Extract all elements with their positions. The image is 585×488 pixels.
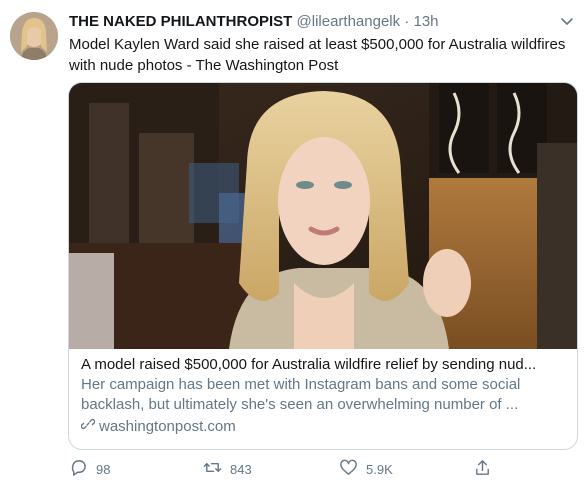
tweet[interactable]: THE NAKED PHILANTHROPIST @lilearthangelk… <box>0 0 585 488</box>
like-button[interactable]: 5.9K <box>339 458 393 480</box>
reply-count: 98 <box>96 461 111 477</box>
reply-button[interactable]: 98 <box>69 458 110 480</box>
like-icon <box>339 458 358 480</box>
share-button[interactable] <box>473 458 492 480</box>
card-image[interactable] <box>69 83 577 349</box>
card-domain-text: washingtonpost.com <box>99 418 236 435</box>
like-count: 5.9K <box>366 461 393 477</box>
author-handle[interactable]: @lilearthangelk <box>297 13 401 30</box>
retweet-count: 843 <box>230 461 252 477</box>
card-title[interactable]: A model raised $500,000 for Australia wi… <box>81 355 567 375</box>
tweet-time[interactable]: 13h <box>413 13 438 30</box>
link-card[interactable]: A model raised $500,000 for Australia wi… <box>68 82 578 450</box>
tweet-text: Model Kaylen Ward said she raised at lea… <box>69 36 566 74</box>
tweet-header: THE NAKED PHILANTHROPIST @lilearthangelk… <box>69 12 579 32</box>
separator: · <box>404 13 410 30</box>
retweet-icon <box>203 458 222 480</box>
author-name[interactable]: THE NAKED PHILANTHROPIST <box>69 13 292 30</box>
action-bar: 98 843 5.9K <box>69 458 569 482</box>
link-icon <box>80 417 96 437</box>
card-description: Her campaign has been met with Instagram… <box>81 376 521 413</box>
chevron-down-icon[interactable] <box>558 12 576 30</box>
share-icon <box>473 458 492 480</box>
card-text[interactable]: A model raised $500,000 for Australia wi… <box>80 355 567 437</box>
reply-icon <box>69 458 88 480</box>
avatar[interactable] <box>10 12 58 60</box>
card-domain[interactable]: washingtonpost.com <box>80 417 567 437</box>
retweet-button[interactable]: 843 <box>203 458 252 480</box>
